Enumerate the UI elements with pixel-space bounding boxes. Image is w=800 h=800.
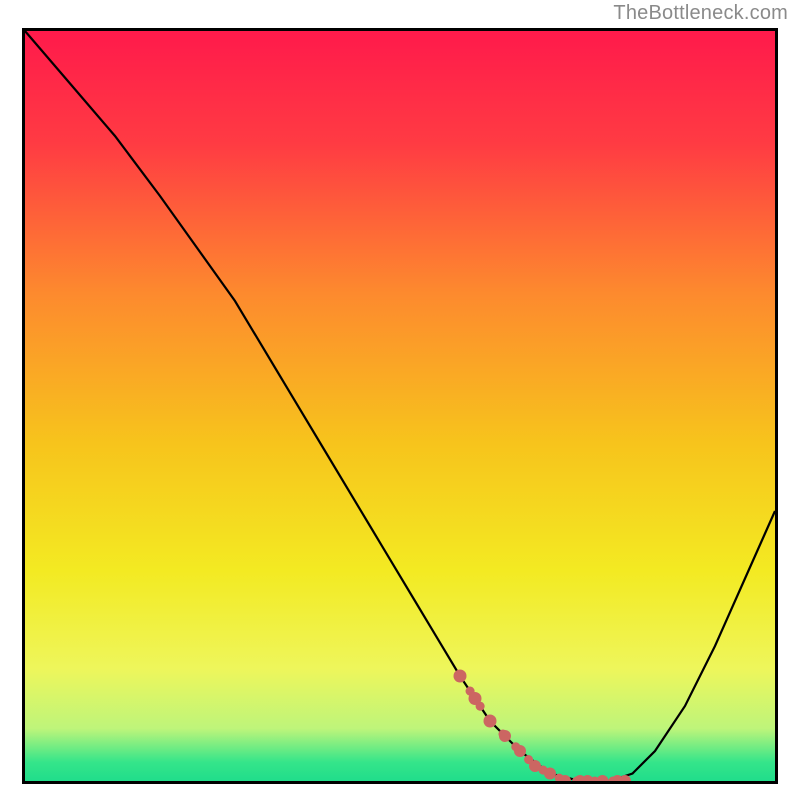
chart-svg	[25, 31, 775, 781]
highlight-dot	[469, 692, 482, 705]
highlight-dot	[514, 745, 526, 757]
highlight-dot	[484, 715, 497, 728]
plot-area	[22, 28, 778, 784]
highlight-dot	[454, 670, 467, 683]
attribution-text: TheBottleneck.com	[613, 2, 788, 25]
highlight-dot	[529, 760, 541, 772]
highlight-dot	[499, 730, 511, 742]
gradient-rect	[25, 31, 775, 781]
highlight-dot	[544, 768, 556, 780]
chart-container: TheBottleneck.com	[0, 0, 800, 800]
